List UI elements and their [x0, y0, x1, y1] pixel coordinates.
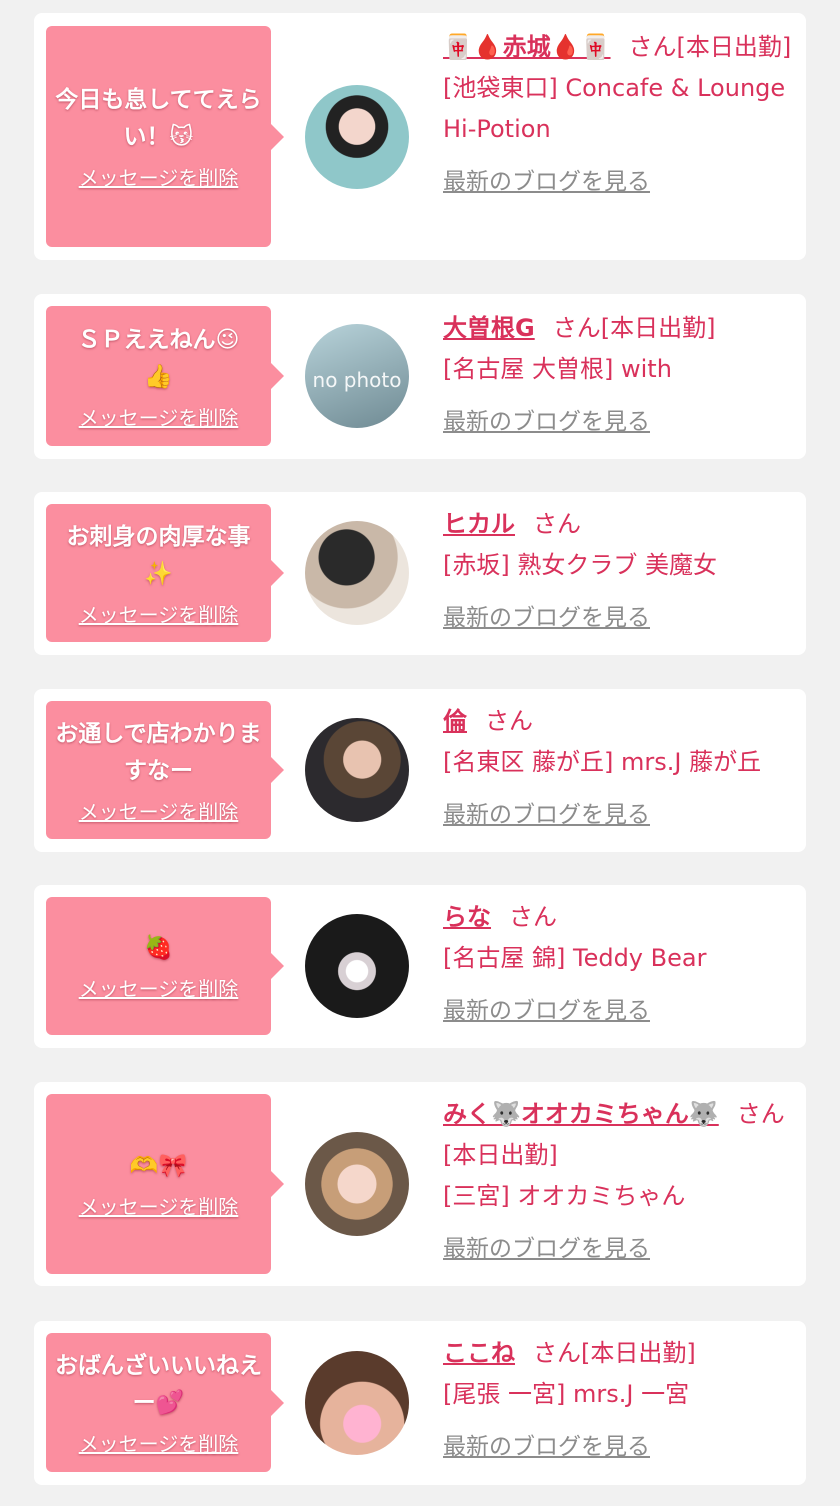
favorites-list: 今日も息しててえらい！😽 メッセージを削除 🀄🩸赤城🩸🀄 さん[本日出勤] [池袋… [0, 0, 840, 1506]
shop-link[interactable]: [名東区 藤が丘] mrs.J 藤が丘 [443, 742, 799, 783]
message-text: お刺身の肉厚な事 ✨ [66, 523, 251, 587]
shop-link[interactable]: [赤坂] 熟女クラブ 美魔女 [443, 545, 799, 586]
latest-blog-link[interactable]: 最新のブログを見る [443, 1427, 799, 1468]
cast-name-link[interactable]: ヒカル [443, 510, 515, 538]
message-text: 🍓 [144, 935, 173, 961]
delete-message-link[interactable]: メッセージを削除 [79, 599, 239, 628]
list-item: 🫶🎀 メッセージを削除 みく🐺オオカミちゃん🐺 さん [本日出勤] [三宮] オオカ… [34, 1082, 806, 1286]
message-text: 🫶🎀 [129, 1153, 188, 1179]
status-badge: [本日出勤] [676, 33, 792, 61]
shop-link[interactable]: [池袋東口] Concafe & Lounge Hi-Potion [443, 68, 799, 150]
status-badge: [本日出勤] [581, 1339, 696, 1367]
message-bubble: おばんざいいいねえー💕 メッセージを削除 [46, 1333, 284, 1472]
list-item: 今日も息しててえらい！😽 メッセージを削除 🀄🩸赤城🩸🀄 さん[本日出勤] [池袋… [34, 13, 806, 260]
message-text: お通しで店わかりますなー [55, 720, 262, 784]
avatar[interactable] [305, 1132, 409, 1236]
san-suffix: さん [552, 314, 601, 342]
message-bubble: お通しで店わかりますなー メッセージを削除 [46, 701, 284, 839]
avatar[interactable] [305, 521, 409, 625]
avatar[interactable]: no photo [305, 324, 409, 428]
delete-message-link[interactable]: メッセージを削除 [79, 796, 239, 825]
cast-name-link[interactable]: 大曽根G [443, 314, 535, 342]
cast-info: 倫さん [名東区 藤が丘] mrs.J 藤が丘 最新のブログを見る [443, 701, 799, 836]
cast-info: 🀄🩸赤城🩸🀄 さん[本日出勤] [池袋東口] Concafe & Lounge H… [443, 27, 799, 203]
latest-blog-link[interactable]: 最新のブログを見る [443, 598, 799, 639]
san-suffix: さん [736, 1100, 785, 1128]
list-item: お通しで店わかりますなー メッセージを削除 倫さん [名東区 藤が丘] mrs.… [34, 689, 806, 852]
delete-message-link[interactable]: メッセージを削除 [79, 162, 239, 191]
shop-link[interactable]: [名古屋 錦] Teddy Bear [443, 938, 799, 979]
latest-blog-link[interactable]: 最新のブログを見る [443, 1229, 799, 1270]
latest-blog-link[interactable]: 最新のブログを見る [443, 402, 799, 443]
san-suffix: さん [533, 1339, 581, 1367]
avatar[interactable] [305, 718, 409, 822]
message-text: ＳＰええねん😉 👍 [77, 326, 240, 390]
cast-info: らな さん [名古屋 錦] Teddy Bear 最新のブログを見る [443, 897, 799, 1032]
list-item: おばんざいいいねえー💕 メッセージを削除 ここね さん[本日出勤] [尾張 一宮]… [34, 1321, 806, 1485]
message-bubble: 🍓 メッセージを削除 [46, 897, 284, 1035]
list-item: ＳＰええねん😉 👍 メッセージを削除 no photo 大曽根G さん[本日出勤]… [34, 294, 806, 459]
cast-info: 大曽根G さん[本日出勤] [名古屋 大曽根] with 最新のブログを見る [443, 308, 799, 443]
status-badge: [本日出勤] [600, 314, 716, 342]
latest-blog-link[interactable]: 最新のブログを見る [443, 991, 799, 1032]
message-bubble: 🫶🎀 メッセージを削除 [46, 1094, 284, 1274]
delete-message-link[interactable]: メッセージを削除 [79, 1428, 239, 1457]
status-badge: [本日出勤] [443, 1141, 558, 1169]
latest-blog-link[interactable]: 最新のブログを見る [443, 162, 799, 203]
no-photo-label: no photo [312, 368, 402, 392]
cast-name-link[interactable]: 🀄🩸赤城🩸🀄 [443, 33, 611, 61]
cast-info: みく🐺オオカミちゃん🐺 さん [本日出勤] [三宮] オオカミちゃん 最新のブログを… [443, 1094, 799, 1270]
shop-link[interactable]: [名古屋 大曽根] with [443, 349, 799, 390]
cast-name-link[interactable]: ここね [443, 1339, 515, 1367]
delete-message-link[interactable]: メッセージを削除 [79, 402, 239, 431]
avatar[interactable] [305, 914, 409, 1018]
message-bubble: 今日も息しててえらい！😽 メッセージを削除 [46, 26, 284, 247]
list-item: お刺身の肉厚な事 ✨ メッセージを削除 ヒカル さん [赤坂] 熟女クラブ 美魔女… [34, 492, 806, 655]
san-suffix: さん [533, 510, 581, 538]
san-suffix: さん [509, 903, 557, 931]
list-item: 🍓 メッセージを削除 らな さん [名古屋 錦] Teddy Bear 最新のブロ… [34, 885, 806, 1048]
san-suffix: さん [485, 707, 533, 735]
message-text: おばんざいいいねえー💕 [55, 1353, 262, 1416]
cast-info: ここね さん[本日出勤] [尾張 一宮] mrs.J 一宮 最新のブログを見る [443, 1333, 799, 1468]
cast-name-link[interactable]: 倫 [443, 707, 467, 735]
san-suffix: さん [628, 33, 677, 61]
avatar[interactable] [305, 85, 409, 189]
delete-message-link[interactable]: メッセージを削除 [79, 1191, 239, 1220]
message-text: 今日も息しててえらい！😽 [55, 87, 262, 150]
latest-blog-link[interactable]: 最新のブログを見る [443, 795, 799, 836]
shop-link[interactable]: [三宮] オオカミちゃん [443, 1176, 799, 1217]
message-bubble: お刺身の肉厚な事 ✨ メッセージを削除 [46, 504, 284, 642]
cast-name-link[interactable]: らな [443, 903, 491, 931]
avatar[interactable] [305, 1351, 409, 1455]
delete-message-link[interactable]: メッセージを削除 [79, 973, 239, 1002]
message-bubble: ＳＰええねん😉 👍 メッセージを削除 [46, 306, 284, 446]
cast-info: ヒカル さん [赤坂] 熟女クラブ 美魔女 最新のブログを見る [443, 504, 799, 639]
shop-link[interactable]: [尾張 一宮] mrs.J 一宮 [443, 1374, 799, 1415]
cast-name-link[interactable]: みく🐺オオカミちゃん🐺 [443, 1100, 719, 1128]
